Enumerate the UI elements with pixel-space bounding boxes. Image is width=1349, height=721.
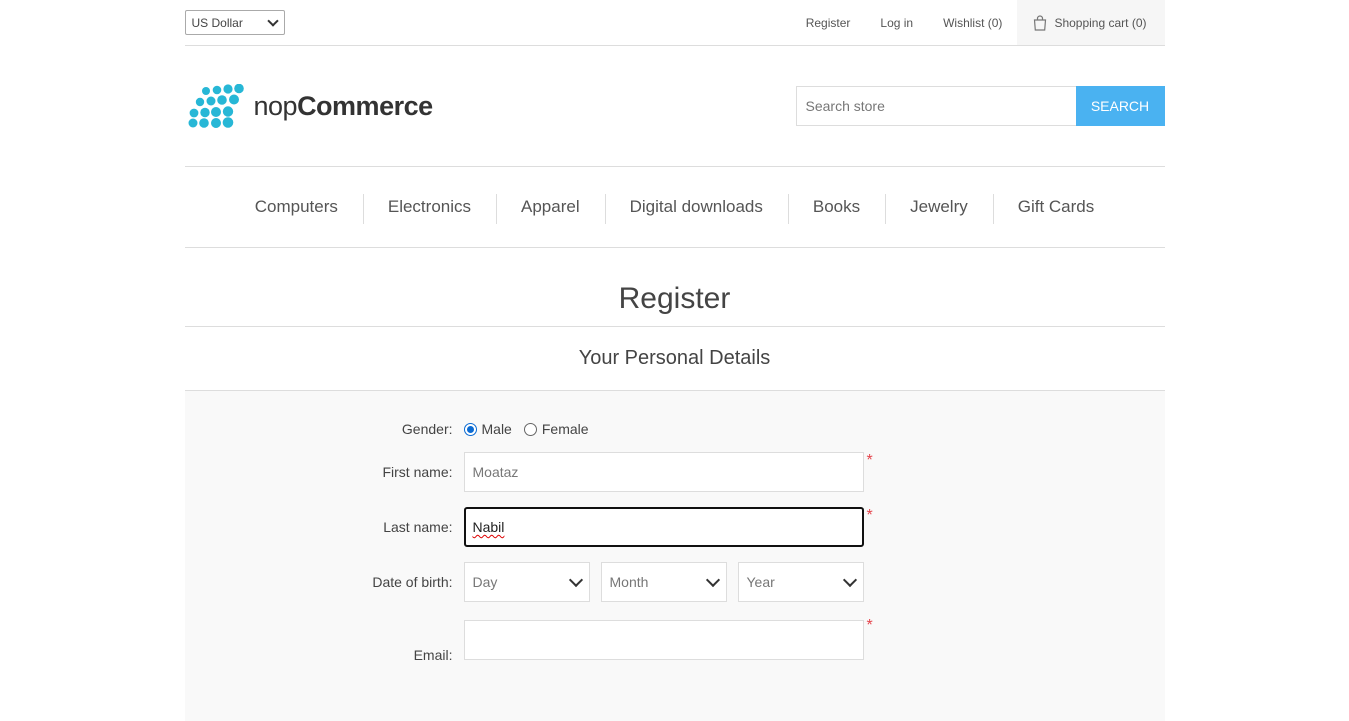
menu-item-computers[interactable]: Computers <box>230 197 363 217</box>
header-lower: nopCommerce SEARCH <box>185 46 1165 166</box>
shopping-bag-icon <box>1033 14 1047 31</box>
search-box: SEARCH <box>795 86 1165 126</box>
date-of-birth-selects: Day Month Year <box>463 562 875 602</box>
logo-dots-icon <box>188 84 244 128</box>
date-of-birth-row: Date of birth: Day Month Year <box>185 562 1165 602</box>
search-button[interactable]: SEARCH <box>1075 86 1165 126</box>
chevron-down-icon <box>568 572 583 588</box>
gender-label: Gender: <box>401 421 453 437</box>
first-name-value: Moataz <box>472 464 519 480</box>
section-title: Your Personal Details <box>184 327 1165 391</box>
top-menu: Computers Electronics Apparel Digital do… <box>184 166 1165 248</box>
menu-item-gift-cards[interactable]: Gift Cards <box>992 194 1120 224</box>
register-link[interactable]: Register <box>806 16 851 30</box>
gender-female-option[interactable]: Female <box>523 421 589 437</box>
first-name-row: First name: Moataz * <box>185 452 1165 492</box>
gender-female-label: Female <box>541 421 589 437</box>
currency-value: US Dollar <box>191 15 243 30</box>
shopping-cart-link[interactable]: Shopping cart (0) <box>1017 0 1165 45</box>
email-row: Email: * <box>185 617 1165 663</box>
required-mark: * <box>866 507 873 524</box>
wishlist-link[interactable]: Wishlist (0) <box>943 16 1002 30</box>
last-name-value: Nabil <box>472 519 505 535</box>
required-mark: * <box>866 617 873 634</box>
menu-item-jewelry[interactable]: Jewelry <box>885 194 993 224</box>
menu-item-apparel[interactable]: Apparel <box>496 194 605 224</box>
menu-item-electronics[interactable]: Electronics <box>362 194 496 224</box>
dob-year-value: Year <box>746 574 775 590</box>
shopping-cart-label: Shopping cart (0) <box>1054 15 1147 30</box>
chevron-down-icon <box>842 572 857 588</box>
gender-male-option[interactable]: Male <box>463 421 512 437</box>
personal-details-form: Gender: Male Female First name: Moataz *… <box>184 391 1165 721</box>
dob-year-select[interactable]: Year <box>737 562 864 602</box>
logo-text-light: nop <box>253 90 298 121</box>
gender-male-radio[interactable] <box>463 422 477 436</box>
dob-month-select[interactable]: Month <box>600 562 727 602</box>
required-mark: * <box>866 452 873 469</box>
chevron-down-icon <box>705 572 720 588</box>
login-link[interactable]: Log in <box>880 16 913 30</box>
dob-month-value: Month <box>609 574 649 590</box>
gender-radio-group: Male Female <box>463 421 601 437</box>
date-of-birth-label: Date of birth: <box>372 574 453 590</box>
email-input[interactable] <box>463 620 864 660</box>
last-name-input[interactable]: Nabil <box>463 507 864 547</box>
logo-text-bold: Commerce <box>297 90 433 121</box>
gender-male-label: Male <box>481 421 512 437</box>
currency-selector[interactable]: US Dollar <box>184 10 285 35</box>
gender-row: Gender: Male Female <box>185 421 1165 437</box>
email-label: Email: <box>413 647 453 663</box>
logo[interactable]: nopCommerce <box>185 84 433 128</box>
first-name-label: First name: <box>382 464 453 480</box>
page-container: US Dollar Register Log in Wishlist (0) S… <box>184 0 1165 721</box>
header-links: Register Log in Wishlist (0) Shopping ca… <box>791 0 1165 45</box>
dob-day-value: Day <box>472 574 498 590</box>
gender-female-radio[interactable] <box>523 422 537 436</box>
first-name-input[interactable]: Moataz <box>463 452 864 492</box>
menu-item-digital-downloads[interactable]: Digital downloads <box>604 194 788 224</box>
menu-item-books[interactable]: Books <box>787 194 885 224</box>
search-input[interactable] <box>795 86 1076 126</box>
page-title: Register <box>184 248 1165 327</box>
logo-text: nopCommerce <box>253 90 434 122</box>
last-name-row: Last name: Nabil * <box>185 507 1165 547</box>
page-title-text: Register <box>618 282 731 315</box>
header-upper: US Dollar Register Log in Wishlist (0) S… <box>184 0 1165 46</box>
last-name-label: Last name: <box>383 519 453 535</box>
dob-day-select[interactable]: Day <box>463 562 590 602</box>
